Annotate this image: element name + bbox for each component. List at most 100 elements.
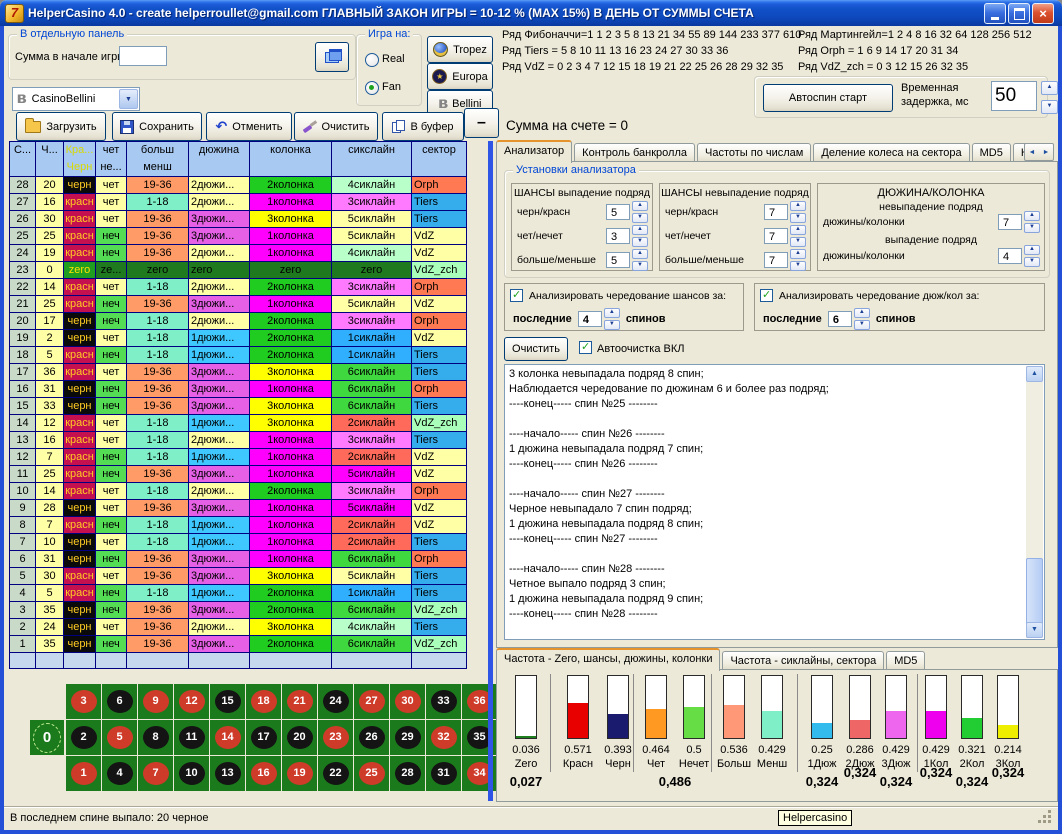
tab-Частота - сиклайны, сектора[interactable]: Частота - сиклайны, сектора [722, 651, 884, 671]
spinner-value[interactable]: 3 [606, 228, 630, 244]
casino-button-tropez[interactable]: Tropez [427, 36, 493, 63]
spinner-up-icon[interactable]: ▲ [790, 225, 806, 235]
autoclean-checkbox[interactable] [579, 341, 592, 354]
spinner-value[interactable]: 7 [998, 214, 1022, 230]
roulette-8[interactable]: 8 [138, 720, 173, 755]
tab-Частоты по числам[interactable]: Частоты по числам [697, 143, 811, 163]
roulette-0[interactable]: 0 [30, 720, 64, 755]
roulette-13[interactable]: 13 [210, 756, 245, 791]
spinner-up-icon[interactable]: ▲ [604, 308, 620, 318]
spinner-value[interactable]: 4 [578, 311, 602, 327]
spinner-value[interactable]: 5 [606, 252, 630, 268]
roulette-31[interactable]: 31 [426, 756, 461, 791]
log-scrollbar[interactable]: ▲ ▼ [1026, 366, 1043, 638]
spinner-value[interactable]: 4 [998, 248, 1022, 264]
roulette-14[interactable]: 14 [210, 720, 245, 755]
tab-scroll-right-icon[interactable]: ► [1043, 149, 1050, 156]
casino-select[interactable]: CasinoBellini ▼ [12, 87, 140, 111]
delay-input[interactable]: 50 [991, 81, 1037, 111]
tab-MD5[interactable]: MD5 [972, 143, 1011, 163]
resize-grip[interactable] [1048, 820, 1051, 823]
panel-splitter[interactable] [488, 141, 493, 801]
chevron-down-icon[interactable]: ▼ [119, 89, 138, 109]
roulette-30[interactable]: 30 [390, 684, 425, 719]
tab-Деление колеса на сектора[interactable]: Деление колеса на сектора [813, 143, 969, 163]
spinner-down-icon[interactable]: ▼ [1024, 223, 1040, 233]
spinner-value[interactable]: 7 [764, 252, 788, 268]
roulette-6[interactable]: 6 [102, 684, 137, 719]
save-button[interactable]: Сохранить [112, 112, 202, 141]
roulette-10[interactable]: 10 [174, 756, 209, 791]
scroll-down-icon[interactable]: ▼ [1026, 622, 1043, 638]
roulette-5[interactable]: 5 [102, 720, 137, 755]
spinner-down-icon[interactable]: ▼ [790, 237, 806, 247]
roulette-32[interactable]: 32 [426, 720, 461, 755]
spinner-down-icon[interactable]: ▼ [604, 320, 620, 330]
clear-log-button[interactable]: Очистить [504, 337, 568, 361]
roulette-17[interactable]: 17 [246, 720, 281, 755]
spinner-up-icon[interactable]: ▲ [632, 249, 648, 259]
close-button[interactable]: × [1032, 3, 1054, 24]
spinner-value[interactable]: 6 [828, 311, 852, 327]
tab-scroll-left-icon[interactable]: ◄ [1029, 149, 1036, 156]
tab-Контроль банкролла[interactable]: Контроль банкролла [574, 143, 695, 163]
roulette-23[interactable]: 23 [318, 720, 353, 755]
tab-MD5[interactable]: MD5 [886, 651, 925, 671]
roulette-7[interactable]: 7 [138, 756, 173, 791]
roulette-29[interactable]: 29 [390, 720, 425, 755]
roulette-28[interactable]: 28 [390, 756, 425, 791]
spinner-up-icon[interactable]: ▲ [790, 249, 806, 259]
radio-fan[interactable] [365, 81, 379, 95]
roulette-12[interactable]: 12 [174, 684, 209, 719]
roulette-21[interactable]: 21 [282, 684, 317, 719]
tab-Частота - Zero, шансы, дюжины, колонки[interactable]: Частота - Zero, шансы, дюжины, колонки [496, 648, 720, 671]
roulette-19[interactable]: 19 [282, 756, 317, 791]
spinner-down-icon[interactable]: ▼ [854, 320, 870, 330]
alt-dozen-checkbox[interactable] [760, 289, 773, 302]
clear-button[interactable]: Очистить [294, 112, 378, 141]
spinner-value[interactable]: 5 [606, 204, 630, 220]
spinner-value[interactable]: 7 [764, 204, 788, 220]
spinner-down-icon[interactable]: ▼ [790, 261, 806, 271]
spinner-down-icon[interactable]: ▼ [632, 213, 648, 223]
roulette-18[interactable]: 18 [246, 684, 281, 719]
roulette-2[interactable]: 2 [66, 720, 101, 755]
copy-button[interactable]: В буфер [382, 112, 464, 141]
roulette-4[interactable]: 4 [102, 756, 137, 791]
scrollbar-thumb[interactable] [1026, 558, 1043, 625]
roulette-15[interactable]: 15 [210, 684, 245, 719]
autospin-start-button[interactable]: Автоспин старт [763, 84, 893, 112]
analyzer-log-text[interactable]: 3 колонка невыпадала подряд 8 спин; Набл… [509, 367, 1022, 637]
roulette-26[interactable]: 26 [354, 720, 389, 755]
roulette-25[interactable]: 25 [354, 756, 389, 791]
roulette-27[interactable]: 27 [354, 684, 389, 719]
spinner-down-icon[interactable]: ▼ [632, 237, 648, 247]
start-sum-input[interactable] [119, 46, 167, 66]
undo-button[interactable]: Отменить [206, 112, 292, 141]
minimize-button[interactable] [984, 3, 1006, 24]
roulette-24[interactable]: 24 [318, 684, 353, 719]
scroll-up-icon[interactable]: ▲ [1026, 366, 1043, 382]
radio-real[interactable] [365, 53, 379, 67]
roulette-22[interactable]: 22 [318, 756, 353, 791]
alt-chance-checkbox[interactable] [510, 289, 523, 302]
roulette-9[interactable]: 9 [138, 684, 173, 719]
spinner-down-icon[interactable]: ▼ [790, 213, 806, 223]
load-button[interactable]: Загрузить [16, 112, 106, 141]
detach-panel-button[interactable] [315, 42, 349, 72]
delay-up-button[interactable]: ▲ [1041, 81, 1058, 95]
spinner-down-icon[interactable]: ▼ [632, 261, 648, 271]
tab-Анализатор[interactable]: Анализатор [496, 140, 572, 163]
spinner-up-icon[interactable]: ▲ [632, 225, 648, 235]
roulette-1[interactable]: 1 [66, 756, 101, 791]
spinner-up-icon[interactable]: ▲ [854, 308, 870, 318]
collapse-panel-button[interactable]: – [464, 108, 499, 138]
spinner-up-icon[interactable]: ▲ [1024, 211, 1040, 221]
maximize-button[interactable] [1008, 3, 1030, 24]
spinner-value[interactable]: 7 [764, 228, 788, 244]
roulette-33[interactable]: 33 [426, 684, 461, 719]
spinner-up-icon[interactable]: ▲ [790, 201, 806, 211]
tab-scroll-buttons[interactable]: ◄ ► [1024, 143, 1054, 161]
roulette-11[interactable]: 11 [174, 720, 209, 755]
delay-down-button[interactable]: ▼ [1041, 100, 1058, 114]
